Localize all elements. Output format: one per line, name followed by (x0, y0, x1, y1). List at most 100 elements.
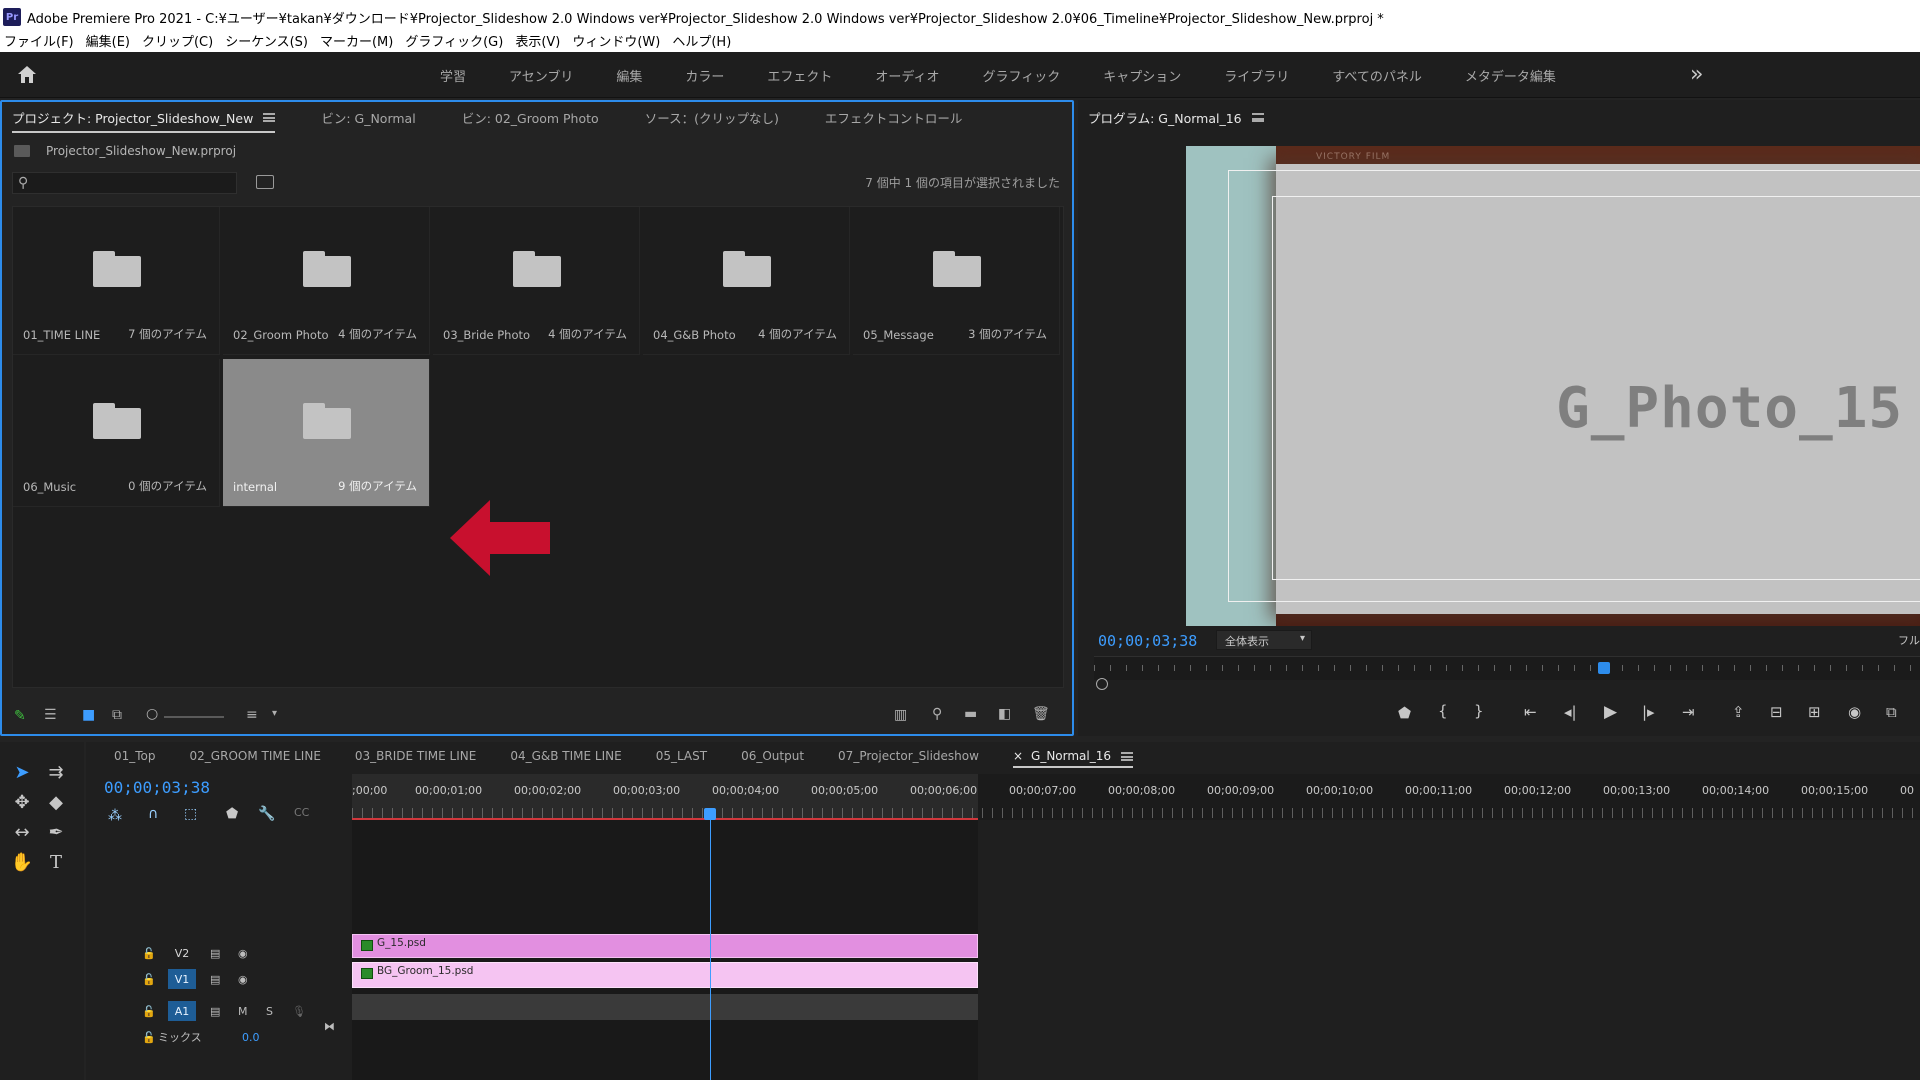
new-item-icon[interactable]: ◧ (998, 706, 1011, 722)
export-frame-icon[interactable]: ◉ (1848, 703, 1861, 721)
track-label-a1[interactable]: A1 (168, 1001, 196, 1021)
automate-to-sequence-icon[interactable]: ▥ (894, 707, 907, 723)
add-marker-icon[interactable]: ⬟ (1398, 704, 1411, 722)
linked-selection-icon[interactable]: ⬚ (184, 806, 197, 822)
menu-sequence[interactable]: シーケンス(S) (221, 31, 316, 50)
selection-tool-icon[interactable]: ➤ (10, 762, 34, 786)
wrench-icon[interactable]: 🔧 (258, 806, 275, 822)
clip-v2[interactable]: G_15.psd (352, 934, 978, 958)
bin-03-bride-photo[interactable]: 03_Bride Photo 4 個のアイテム (433, 207, 640, 355)
zoom-slider-handle[interactable]: ○ (146, 706, 158, 722)
clip-v1[interactable]: BG_Groom_15.psd (352, 962, 978, 988)
mute-button[interactable]: M (238, 1005, 248, 1018)
tab-sequence-03-bride[interactable]: 03_BRIDE TIME LINE (355, 749, 476, 763)
menu-view[interactable]: 表示(V) (511, 31, 568, 50)
play-icon[interactable]: ▶ (1604, 702, 1617, 722)
freeform-view-icon[interactable]: ⧉ (112, 707, 122, 723)
eye-icon[interactable]: ◉ (238, 973, 248, 986)
panel-menu-icon[interactable] (1121, 751, 1134, 761)
home-icon[interactable] (16, 64, 38, 86)
tab-sequence-g-normal-16[interactable]: × G_Normal_16 (1012, 749, 1134, 768)
track-label-v2[interactable]: V2 (168, 943, 196, 963)
tab-bin-groom-photo[interactable]: ビン: 02_Groom Photo (462, 108, 599, 127)
bin-05-message[interactable]: 05_Message 3 個のアイテム (853, 207, 1060, 355)
program-playhead[interactable] (1597, 662, 1610, 674)
tab-sequence-01-top[interactable]: 01_Top (114, 749, 156, 763)
bin-internal[interactable]: internal 9 個のアイテム (223, 359, 430, 507)
step-back-icon[interactable]: ◂| (1564, 703, 1577, 721)
workspace-effects[interactable]: エフェクト (767, 66, 832, 85)
workspace-metadata[interactable]: メタデータ編集 (1465, 66, 1556, 85)
track-label-v1[interactable]: V1 (168, 969, 196, 989)
playback-resolution-select[interactable]: フル (1898, 632, 1920, 648)
type-tool-icon[interactable]: T (44, 852, 68, 876)
menu-help[interactable]: ヘルプ(H) (668, 31, 739, 50)
bin-01-time-line[interactable]: 01_TIME LINE 7 個のアイテム (13, 207, 220, 355)
tab-bin-g-normal[interactable]: ビン: G_Normal (321, 108, 415, 127)
sync-lock-icon[interactable]: ▤ (210, 973, 220, 986)
microphone-icon[interactable]: 🎙 (292, 1005, 306, 1018)
zoom-level-select[interactable]: 全体表示 ▾ (1216, 630, 1312, 650)
track-select-tool-icon[interactable]: ⇉ (44, 762, 68, 786)
find-icon[interactable]: ⚲ (932, 706, 942, 722)
timeline-timecode[interactable]: 00;00;03;38 (104, 778, 210, 797)
tab-sequence-02-groom[interactable]: 02_GROOM TIME LINE (190, 749, 321, 763)
audio-track-a1-area[interactable] (352, 994, 978, 1020)
ripple-edit-tool-icon[interactable]: ✥ (10, 792, 34, 816)
panel-menu-icon[interactable] (263, 112, 276, 122)
lock-icon[interactable]: 🔓 (142, 947, 156, 960)
sync-lock-icon[interactable]: ▤ (210, 1005, 220, 1018)
nest-toggle-icon[interactable]: ⁂ (108, 808, 122, 824)
in-point-handle[interactable] (1096, 678, 1108, 690)
tab-source[interactable]: ソース：(クリップなし) (645, 108, 779, 127)
snap-icon[interactable]: ∩ (148, 806, 158, 822)
go-to-out-icon[interactable]: ⇥ (1682, 703, 1695, 721)
solo-button[interactable]: S (266, 1005, 273, 1018)
tab-sequence-06-output[interactable]: 06_Output (741, 749, 804, 763)
lock-icon[interactable]: 🔓 (142, 1005, 156, 1018)
lock-icon[interactable]: 🔓 (142, 1031, 156, 1044)
compare-icon[interactable]: ⊞ (1808, 703, 1821, 721)
razor-tool-icon[interactable]: ◆ (44, 792, 68, 816)
workspace-learning[interactable]: 学習 (440, 66, 466, 85)
sort-icon[interactable]: ≡ (246, 707, 258, 723)
workspace-graphics[interactable]: グラフィック (983, 66, 1061, 85)
tab-effect-controls[interactable]: エフェクトコントロール (825, 108, 963, 127)
bin-04-gb-photo[interactable]: 04_G&B Photo 4 個のアイテム (643, 207, 850, 355)
mix-volume-value[interactable]: 0.0 (242, 1031, 260, 1044)
menu-window[interactable]: ウィンドウ(W) (568, 31, 668, 50)
menu-clip[interactable]: クリップ(C) (138, 31, 221, 50)
tab-program-monitor[interactable]: プログラム: G_Normal_16 (1088, 108, 1264, 127)
program-timecode[interactable]: 00;00;03;38 (1098, 632, 1197, 650)
slip-tool-icon[interactable]: ↔ (10, 822, 34, 846)
button-editor-icon[interactable]: ⧉ (1886, 703, 1897, 721)
mix-end-icon[interactable]: ⧓ (324, 1020, 335, 1033)
tab-sequence-07-projector[interactable]: 07_Projector_Slideshow (838, 749, 979, 763)
trash-icon[interactable]: 🗑 (1032, 706, 1050, 722)
mark-out-icon[interactable]: } (1474, 702, 1484, 720)
project-search-input[interactable] (13, 173, 236, 193)
zoom-slider-track[interactable] (164, 716, 224, 718)
tab-sequence-05-last[interactable]: 05_LAST (656, 749, 707, 763)
bin-02-groom-photo[interactable]: 02_Groom Photo 4 個のアイテム (223, 207, 430, 355)
step-forward-icon[interactable]: |▸ (1642, 703, 1655, 721)
captions-icon[interactable]: CC (294, 806, 309, 819)
menu-marker[interactable]: マーカー(M) (316, 31, 401, 50)
workspace-assembly[interactable]: アセンブリ (509, 66, 573, 85)
workspace-audio[interactable]: オーディオ (875, 66, 939, 85)
tab-project[interactable]: プロジェクト: Projector_Slideshow_New (12, 108, 276, 133)
workspace-color[interactable]: カラー (685, 66, 724, 85)
list-view-icon[interactable]: ☰ (44, 707, 57, 723)
pencil-write-icon[interactable]: ✎ (14, 708, 26, 724)
new-bin-icon[interactable]: ▬ (964, 706, 977, 722)
pen-tool-icon[interactable]: ✒ (44, 822, 68, 846)
menu-edit[interactable]: 編集(E) (82, 31, 138, 50)
sync-lock-icon[interactable]: ▤ (210, 947, 220, 960)
workspace-editing[interactable]: 編集 (616, 66, 642, 85)
extract-icon[interactable]: ⊟ (1770, 703, 1783, 721)
add-marker-icon[interactable]: ⬟ (226, 806, 238, 822)
lock-icon[interactable]: 🔓 (142, 973, 156, 986)
create-search-bin-icon[interactable] (256, 175, 274, 189)
mark-in-icon[interactable]: { (1438, 702, 1448, 720)
close-icon[interactable]: × (1013, 749, 1023, 763)
